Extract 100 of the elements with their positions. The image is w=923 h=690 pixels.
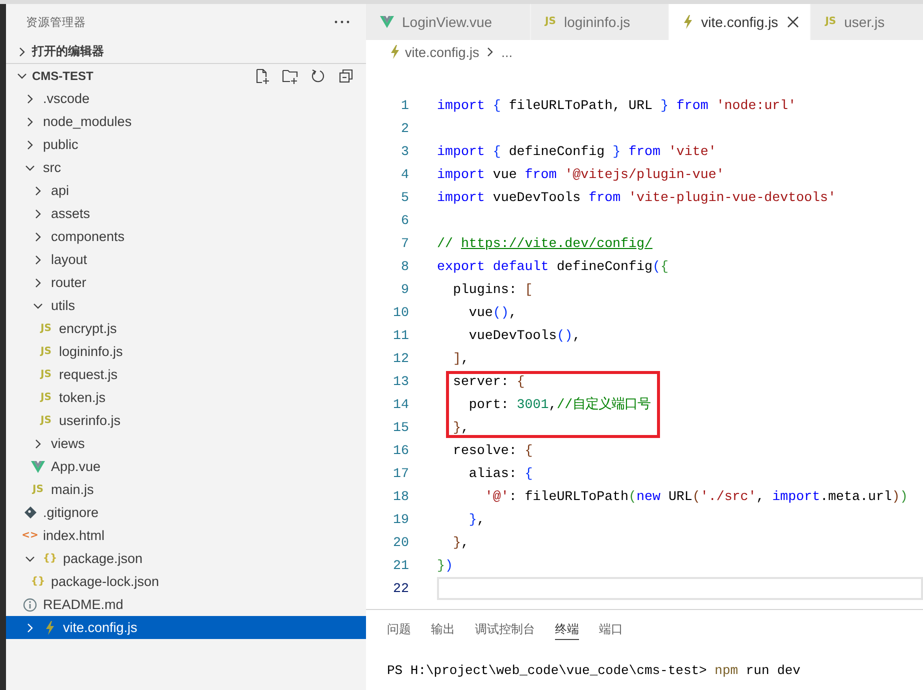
code-line: vueDevTools(), bbox=[468, 327, 582, 345]
file-tree-item[interactable]: .gitignore bbox=[6, 501, 366, 524]
line-number: 9 bbox=[400, 281, 409, 299]
line-number: 2 bbox=[400, 120, 409, 138]
folder-tree-item[interactable]: api bbox=[6, 179, 366, 202]
folder-tree-item[interactable]: public bbox=[6, 133, 366, 156]
editor-tab[interactable]: vite.config.js bbox=[669, 4, 812, 40]
file-tree-item[interactable]: JS token.js bbox=[6, 386, 366, 409]
code-line: ], bbox=[452, 350, 470, 368]
line-number: 14 bbox=[392, 396, 409, 414]
code-line: plugins: [ bbox=[452, 281, 534, 299]
code-line: }, bbox=[468, 511, 486, 529]
html-file-icon: <> bbox=[22, 530, 38, 542]
json-file-icon: {} bbox=[30, 576, 46, 588]
close-icon bbox=[786, 15, 800, 29]
line-number: 11 bbox=[392, 327, 409, 345]
folder-tree-item[interactable]: .vscode bbox=[6, 87, 366, 110]
explorer-title: 资源管理器 bbox=[26, 16, 86, 30]
code-line: vue(), bbox=[468, 304, 518, 322]
vue-icon bbox=[380, 16, 394, 28]
file-tree-item[interactable]: {} package-lock.json bbox=[6, 570, 366, 593]
js-file-icon: JS bbox=[40, 414, 52, 426]
vue-icon bbox=[31, 460, 45, 472]
code-line: export default defineConfig({ bbox=[437, 258, 670, 276]
file-tree-item[interactable]: JS encrypt.js bbox=[6, 317, 366, 340]
line-number: 4 bbox=[400, 166, 409, 184]
code-line: alias: { bbox=[468, 465, 534, 483]
folder-tree-item[interactable]: utils bbox=[6, 294, 366, 317]
code-line: resolve: { bbox=[452, 442, 534, 460]
json-file-icon: {} bbox=[42, 552, 58, 564]
line-number: 20 bbox=[392, 534, 409, 552]
line-number: 16 bbox=[392, 442, 409, 460]
code-line: }) bbox=[437, 557, 454, 575]
line-number: 17 bbox=[392, 465, 409, 483]
info-icon bbox=[23, 598, 37, 612]
code-line: }, bbox=[452, 534, 470, 552]
line-number: 19 bbox=[392, 511, 409, 529]
folder-tree-item[interactable]: src bbox=[6, 156, 366, 179]
panel-tab[interactable]: 问题 bbox=[387, 620, 411, 640]
lightning-bolt-icon bbox=[390, 45, 400, 59]
folder-tree-item[interactable]: components bbox=[6, 225, 366, 248]
refresh-icon bbox=[310, 68, 326, 84]
collapse-all-icon bbox=[338, 68, 354, 84]
line-number: 10 bbox=[392, 304, 409, 322]
file-tree-item[interactable]: App.vue bbox=[6, 455, 366, 478]
folder-tree-item[interactable]: node_modules bbox=[6, 110, 366, 133]
panel-tab[interactable]: 端口 bbox=[599, 620, 623, 640]
line-number: 15 bbox=[392, 419, 409, 437]
line-number: 21 bbox=[392, 557, 409, 575]
file-tree-item[interactable]: {} package.json bbox=[6, 547, 366, 570]
file-tree-item[interactable]: JS userinfo.js bbox=[6, 409, 366, 432]
folder-tree-item[interactable]: assets bbox=[6, 202, 366, 225]
breadcrumb-item[interactable]: vite.config.js bbox=[405, 44, 480, 60]
code-line: import vueDevTools from 'vite-plugin-vue-devtools' bbox=[437, 189, 837, 207]
terminal-line: PS H:\project\web_code\vue_code\cms-test> npm run dev bbox=[386, 662, 802, 680]
js-file-icon: JS bbox=[545, 16, 556, 28]
code-line: port: 3001,//自定义端口号 bbox=[468, 396, 651, 414]
line-number: 22 bbox=[392, 580, 409, 598]
panel-tab[interactable]: 输出 bbox=[431, 620, 455, 640]
section-header[interactable]: 打开的编辑器 bbox=[6, 40, 366, 64]
folder-tree-item[interactable]: router bbox=[6, 271, 366, 294]
code-line: import { defineConfig } from 'vite' bbox=[437, 143, 718, 161]
line-number: 7 bbox=[400, 235, 409, 253]
js-file-icon: JS bbox=[40, 346, 52, 358]
lightning-bolt-icon bbox=[45, 620, 55, 634]
js-file-icon: JS bbox=[40, 368, 52, 380]
code-line: import vue from '@vitejs/plugin-vue' bbox=[437, 166, 726, 184]
section-header[interactable]: CMS-TEST bbox=[6, 64, 366, 87]
code-line: server: { bbox=[452, 373, 526, 391]
panel-tab[interactable]: 调试控制台 bbox=[475, 620, 535, 640]
js-file-icon: JS bbox=[32, 484, 44, 496]
new-folder-icon bbox=[282, 68, 298, 84]
file-tree-item[interactable]: <> index.html bbox=[6, 524, 366, 547]
panel-tab[interactable]: 终端 bbox=[555, 620, 579, 640]
file-tree-item[interactable]: JS main.js bbox=[6, 478, 366, 501]
file-tree-item[interactable]: vite.config.js bbox=[6, 616, 366, 639]
code-line: // https://vite.dev/config/ bbox=[437, 235, 654, 253]
folder-tree-item[interactable]: layout bbox=[6, 248, 366, 271]
breadcrumb-item[interactable]: ... bbox=[501, 44, 513, 60]
line-number: 5 bbox=[400, 189, 409, 207]
line-number: 1 bbox=[400, 97, 409, 115]
js-file-icon: JS bbox=[825, 16, 836, 28]
file-tree-item[interactable]: README.md bbox=[6, 593, 366, 616]
line-number: 3 bbox=[400, 143, 409, 161]
line-number: 13 bbox=[392, 373, 409, 391]
code-line: '@': fileURLToPath(new URL('./src', import.meta.url)) bbox=[484, 488, 909, 506]
line-number: 12 bbox=[392, 350, 409, 368]
js-file-icon: JS bbox=[40, 392, 52, 404]
more-icon bbox=[334, 20, 350, 24]
new-file-icon bbox=[254, 68, 270, 84]
line-number: 8 bbox=[400, 258, 409, 276]
diamond-icon bbox=[24, 506, 36, 519]
file-tree-item[interactable]: JS request.js bbox=[6, 363, 366, 386]
line-number: 18 bbox=[392, 488, 409, 506]
code-line: }, bbox=[452, 419, 470, 437]
file-tree-item[interactable]: JS logininfo.js bbox=[6, 340, 366, 363]
folder-tree-item[interactable]: views bbox=[6, 432, 366, 455]
lightning-bolt-icon bbox=[683, 15, 694, 29]
line-number: 6 bbox=[400, 212, 409, 230]
js-file-icon: JS bbox=[40, 322, 52, 334]
